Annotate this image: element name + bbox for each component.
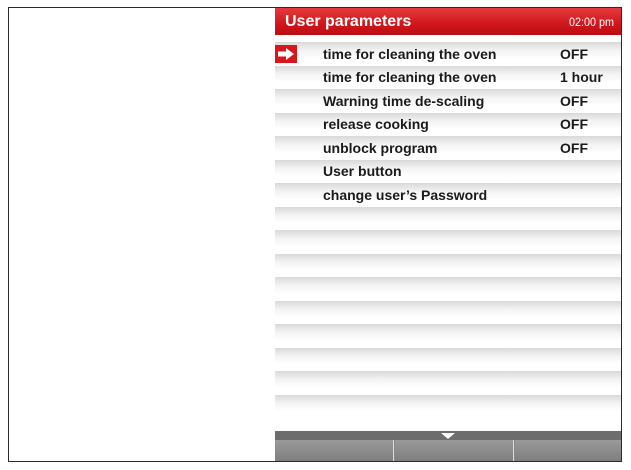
item-label: Warning time de-scaling: [323, 92, 485, 109]
item-label: User button: [323, 163, 402, 180]
scroll-down-bar[interactable]: [275, 431, 621, 440]
oven-screen: User parameters 02:00 pm time for cleani…: [275, 8, 621, 461]
list-item[interactable]: release cooking OFF: [275, 112, 621, 136]
item-label: change user’s Password: [323, 186, 488, 203]
list-item[interactable]: Warning time de-scaling OFF: [275, 89, 621, 113]
list-item: [275, 347, 621, 371]
header-bar: User parameters 02:00 pm: [275, 8, 621, 35]
item-value: OFF: [560, 139, 588, 156]
list-item: [275, 371, 621, 395]
device-frame: User parameters 02:00 pm time for cleani…: [8, 7, 622, 462]
clock: 02:00 pm: [568, 14, 614, 29]
list-item: [275, 253, 621, 277]
list-item: [275, 394, 621, 418]
list-item[interactable]: unblock program OFF: [275, 136, 621, 160]
page-title: User parameters: [285, 12, 412, 30]
footer-button-2[interactable]: [395, 440, 514, 461]
item-label: time for cleaning the oven: [323, 45, 497, 62]
parameter-list: time for cleaning the oven OFF time for cl…: [275, 42, 621, 418]
list-item: [275, 324, 621, 348]
item-value: OFF: [560, 116, 588, 133]
list-item: [275, 206, 621, 230]
item-label: release cooking: [323, 116, 429, 133]
footer-bar: [275, 431, 621, 461]
selection-arrow-icon: [275, 45, 297, 63]
item-label: unblock program: [323, 139, 438, 156]
item-value: OFF: [560, 45, 588, 62]
list-item[interactable]: time for cleaning the oven OFF: [275, 42, 621, 66]
list-item[interactable]: User button: [275, 159, 621, 183]
list-item: [275, 230, 621, 254]
list-item: [275, 300, 621, 324]
list-item[interactable]: time for cleaning the oven 1 hour: [275, 65, 621, 89]
footer-button-1[interactable]: [275, 440, 394, 461]
item-value: 1 hour: [560, 69, 603, 86]
item-value: OFF: [560, 92, 588, 109]
footer-button-3[interactable]: [515, 440, 621, 461]
list-item: [275, 277, 621, 301]
list-item[interactable]: change user’s Password: [275, 183, 621, 207]
chevron-down-icon: [441, 433, 455, 439]
item-label: time for cleaning the oven: [323, 69, 497, 86]
